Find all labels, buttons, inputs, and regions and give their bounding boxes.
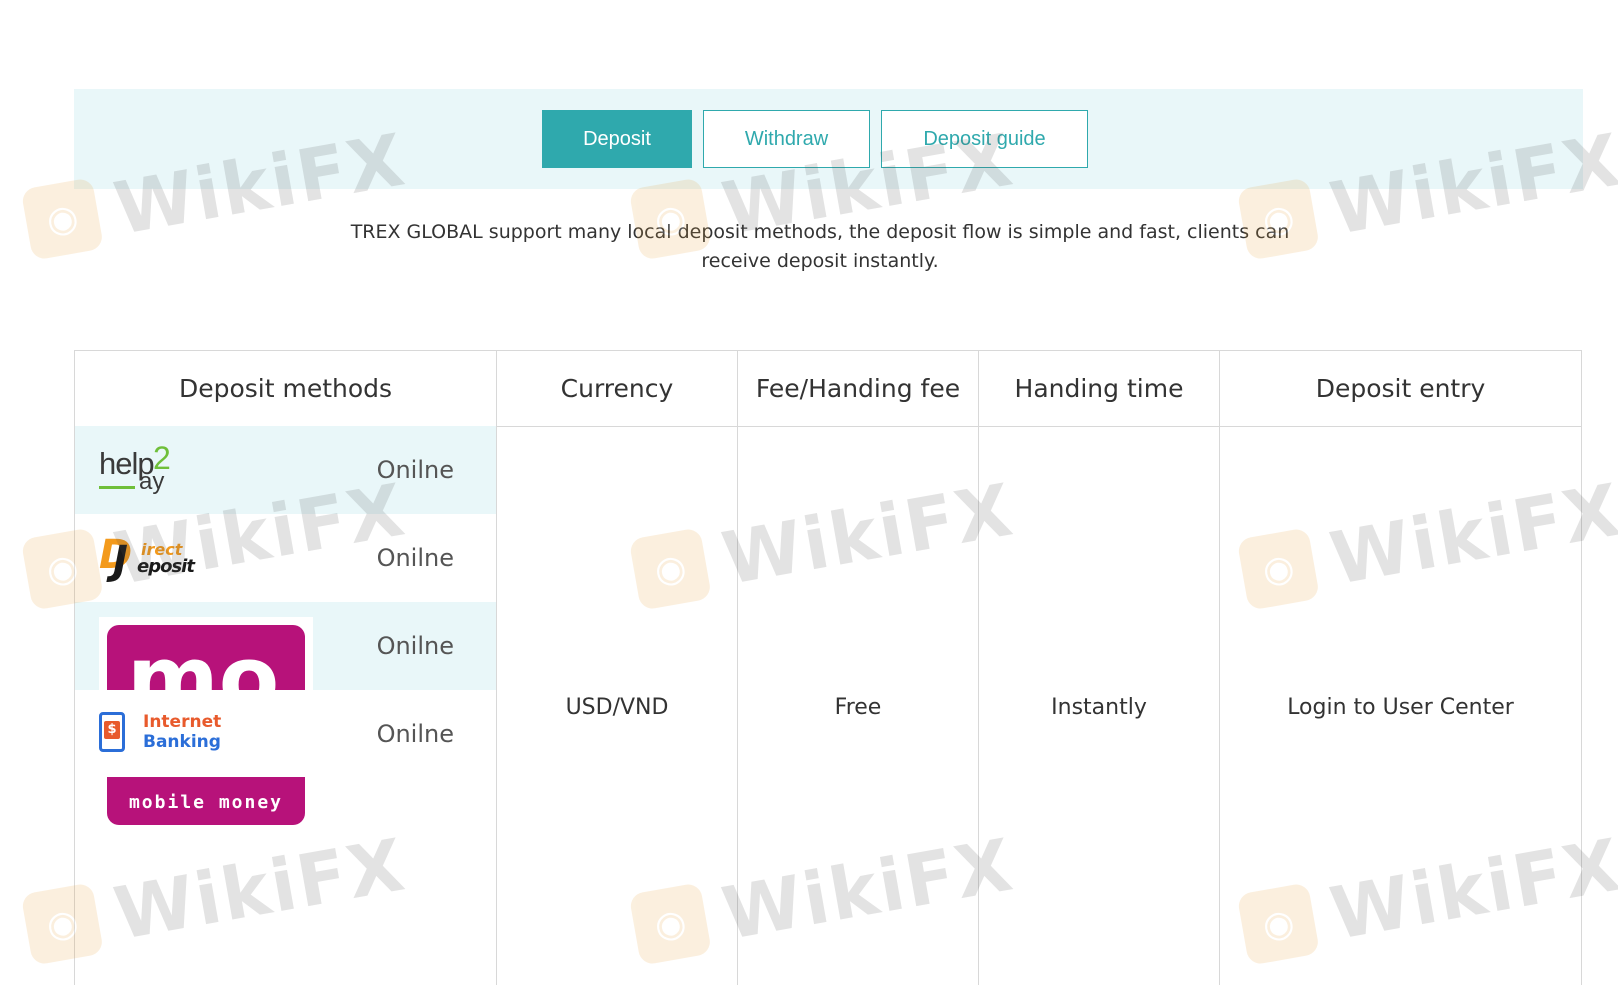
method-status: Onilne [376,720,454,748]
help2pay-logo: help 2 ay [99,440,179,498]
tab-withdraw[interactable]: Withdraw [703,110,870,168]
tab-deposit-guide[interactable]: Deposit guide [881,110,1088,168]
method-status: Onilne [376,456,454,484]
header-deposit-entry: Deposit entry [1315,374,1486,403]
method-row-mobile-money: Onilne [75,602,496,690]
table-body: help 2 ay Onilne D J irect eposit Onilne… [75,426,1581,985]
phone-icon: $ [99,712,125,752]
deposit-entry-cell[interactable]: Login to User Center [1220,426,1581,985]
internet-banking-logo: $ Internet Banking [99,708,222,758]
deposit-page: Deposit Withdraw Deposit guide TREX GLOB… [0,0,1618,985]
internet-banking-logo-line2: Banking [143,732,221,752]
header-currency: Currency [497,351,738,426]
direct-deposit-logo-j: J [113,538,128,584]
direct-deposit-logo: D J irect eposit [99,532,195,584]
fee-cell: Free [738,426,979,985]
method-row-help2pay: help 2 ay Onilne [75,426,496,514]
currency-cell: USD/VND [497,426,738,985]
header-fee: Fee/Handing fee [738,351,979,426]
table-header: Deposit methods Currency Fee/Handing fee… [75,351,1581,427]
header-deposit-methods: Deposit methods [75,351,497,426]
header-handing-time: Handing time [979,351,1220,426]
direct-deposit-logo-eposit: eposit [137,556,195,577]
tab-bar: Deposit Withdraw Deposit guide [0,110,1618,168]
method-row-direct-deposit: D J irect eposit Onilne [75,514,496,602]
deposit-table: Deposit methods Currency Fee/Handing fee… [74,350,1582,985]
mobile-money-logo-caption: mobile money [128,792,284,813]
method-row-internet-banking: $ Internet Banking Onilne [75,690,496,778]
watermark-seal-icon: ◉ [20,177,105,261]
method-status: Onilne [376,544,454,572]
internet-banking-logo-line1: Internet [143,712,222,732]
method-status: Onilne [376,632,454,660]
intro-text: TREX GLOBAL support many local deposit m… [350,221,1290,272]
deposit-methods-column: help 2 ay Onilne D J irect eposit Onilne… [75,426,497,985]
help2pay-logo-underline [99,486,135,489]
help2pay-logo-ay: ay [139,468,165,495]
tab-deposit[interactable]: Deposit [542,110,692,168]
handing-time-cell: Instantly [979,426,1220,985]
dollar-icon: $ [104,721,120,739]
